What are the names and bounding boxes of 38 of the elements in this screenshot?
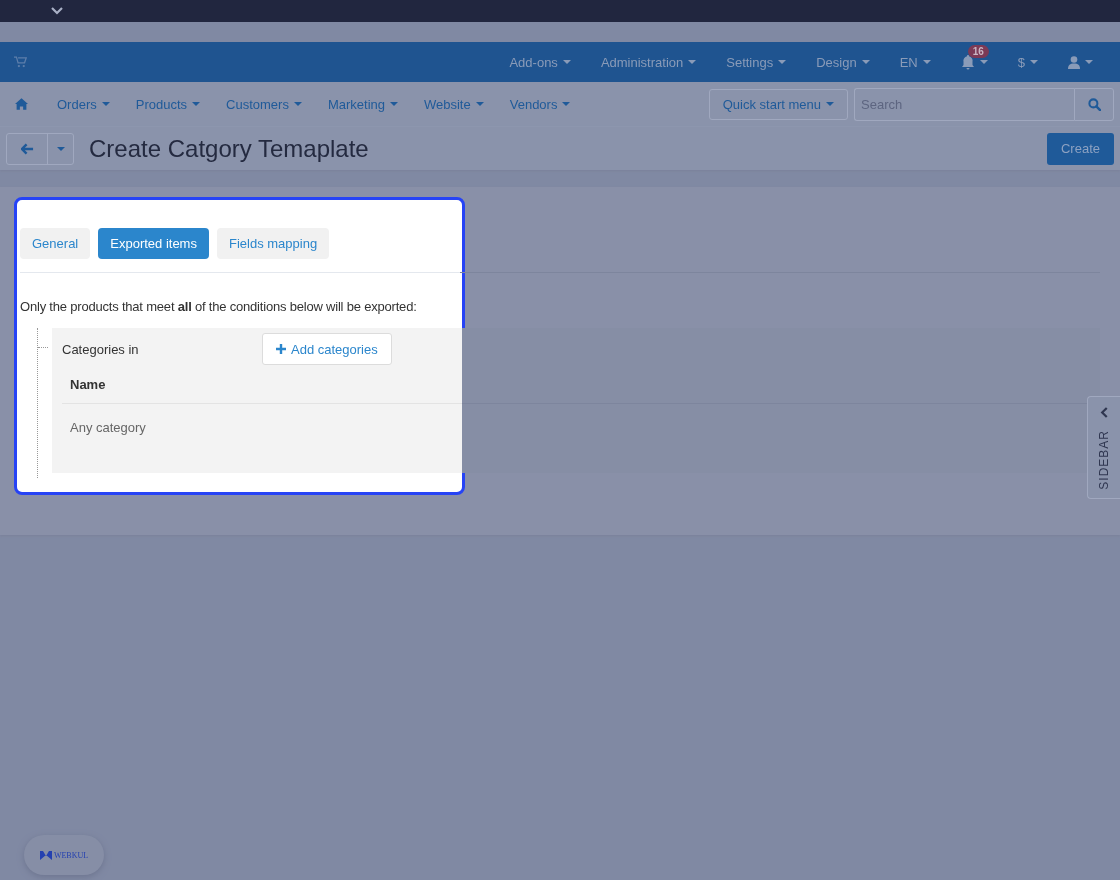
top-menu-item[interactable]: Design (801, 54, 885, 70)
top-menu-item[interactable]: EN (884, 54, 946, 70)
tab[interactable]: Fields mapping (216, 228, 330, 259)
user-icon (1068, 55, 1080, 69)
plus-icon (276, 344, 286, 354)
main-menu-item[interactable]: Marketing (314, 96, 411, 112)
column-header: Name (62, 377, 1090, 404)
top-menu-item[interactable]: Add-ons (494, 54, 586, 70)
main-menu-item[interactable]: Customers (213, 96, 315, 112)
notification-count: 16 (967, 45, 989, 58)
sidebar-toggle[interactable]: SIDEBAR (1087, 396, 1120, 499)
search-button[interactable] (1074, 87, 1114, 121)
conditions-intro-text: Only the products that meet all of the conditions below will be exported: (20, 299, 418, 314)
bell-icon (960, 54, 975, 70)
currency-menu[interactable]: $ (1002, 54, 1053, 70)
arrow-left-icon (20, 142, 34, 155)
main-menu-item[interactable]: Products (122, 96, 214, 112)
search-icon (1087, 97, 1101, 111)
chevron-left-icon (1100, 407, 1108, 418)
tab[interactable]: General (20, 228, 91, 259)
main-menu-item[interactable]: Vendors (496, 96, 584, 112)
main-menu-item[interactable]: Website (411, 96, 497, 112)
page-title: Create Catgory Temaplate (89, 134, 370, 163)
table-cell-text: Any category (69, 419, 147, 437)
tab[interactable]: Exported items (98, 228, 209, 259)
logo-icon (39, 850, 52, 860)
notifications-menu[interactable]: 16 (945, 42, 1003, 82)
quick-start-menu-button[interactable]: Quick start menu (708, 88, 848, 120)
create-button[interactable]: Create (1046, 132, 1114, 165)
vendor-badge[interactable]: WEBKUL (24, 835, 104, 875)
main-menu-item[interactable]: Orders (44, 96, 123, 112)
chevron-down-icon (51, 7, 63, 15)
top-menu-item[interactable]: Administration (585, 54, 712, 70)
cart-icon (14, 56, 27, 68)
condition-label: Categories in (62, 341, 140, 357)
top-menu-item[interactable]: Settings (711, 54, 802, 70)
add-categories-button[interactable]: Add categories (262, 333, 392, 365)
home-icon (15, 98, 28, 110)
